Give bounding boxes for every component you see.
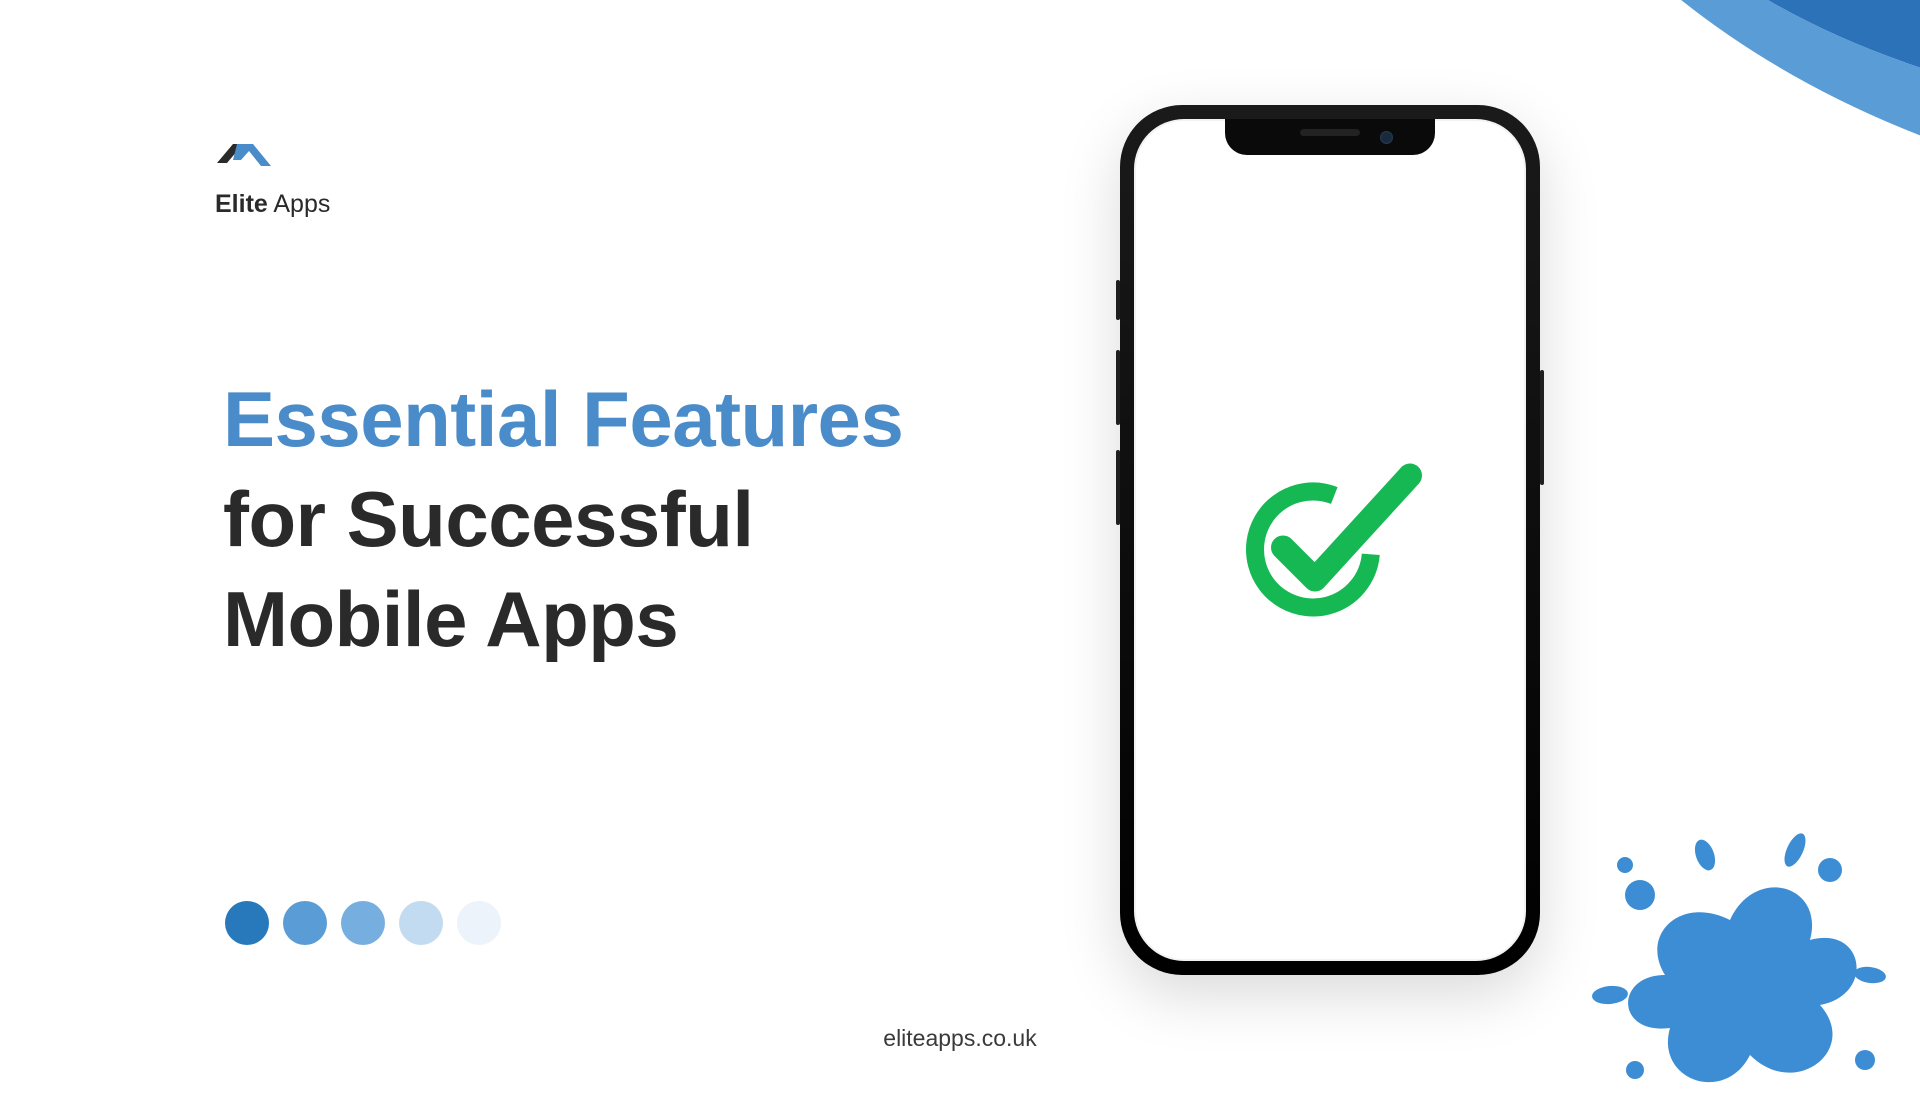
- phone-screen: [1134, 119, 1526, 961]
- pagination-dots: [225, 901, 501, 945]
- brand-word-1: Elite: [215, 190, 268, 218]
- corner-swoosh-decoration: [1500, 0, 1920, 300]
- dot-5: [457, 901, 501, 945]
- footer-url: eliteapps.co.uk: [883, 1025, 1036, 1052]
- dot-4: [399, 901, 443, 945]
- phone-notch: [1225, 119, 1435, 155]
- phone-speaker: [1300, 129, 1360, 136]
- brand-logo-icon: [215, 140, 275, 175]
- dot-2: [283, 901, 327, 945]
- checkmark-icon: [1235, 448, 1425, 633]
- brand-logo-text: Elite Apps: [215, 190, 330, 219]
- dot-1: [225, 901, 269, 945]
- heading-accent: Essential Features: [223, 375, 903, 463]
- brand-logo: Elite Apps: [215, 140, 330, 219]
- phone-mockup: [1120, 105, 1540, 975]
- phone-camera: [1380, 131, 1393, 144]
- brand-word-2: Apps: [273, 190, 330, 218]
- phone-power-button: [1540, 370, 1544, 485]
- paint-splat-decoration: [1570, 800, 1890, 1120]
- main-heading: Essential Features for Successful Mobile…: [223, 370, 923, 669]
- heading-for: for: [223, 475, 325, 563]
- phone-frame: [1120, 105, 1540, 975]
- dot-3: [341, 901, 385, 945]
